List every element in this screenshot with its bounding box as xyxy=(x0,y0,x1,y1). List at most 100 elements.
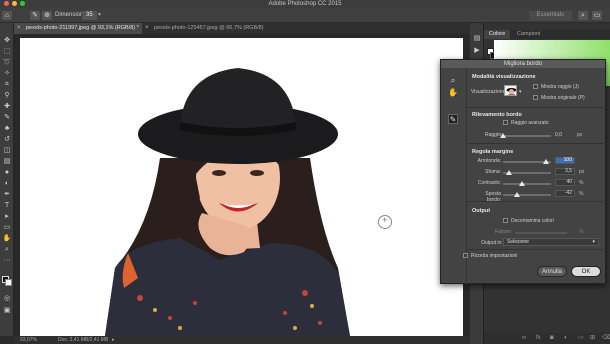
amount-slider[interactable] xyxy=(515,232,567,234)
canvas-area[interactable] xyxy=(14,34,470,336)
tools-panel: ✥ ⬚ ➰ ✧ ⌗ ⚲ ✚ ✎ ♣ ↺ ◫ ▤ ● ◐ ✒ T ▸ ▭ ✋ ⌕ … xyxy=(0,23,14,336)
workspace-icon[interactable]: ▭ xyxy=(592,11,602,20)
refine-radius-brush-icon[interactable]: ✎ xyxy=(448,114,458,124)
doc-size: Doc: 2,41 MB/2,41 MB xyxy=(58,337,109,343)
properties-panel-icon[interactable]: ▶ xyxy=(473,47,481,55)
adjust-row-value[interactable]: 3,5 xyxy=(555,168,575,175)
tab-colore[interactable]: Colore xyxy=(484,30,511,39)
folder-icon[interactable]: ▭ xyxy=(578,333,584,344)
zoom-icon[interactable]: ⌕ xyxy=(448,76,458,86)
radius-slider[interactable] xyxy=(500,133,551,138)
quick-mask-icon[interactable]: ◎ xyxy=(2,294,12,303)
adjust-row-value[interactable]: 100 xyxy=(555,157,575,164)
history-panel-icon[interactable]: ▤ xyxy=(473,35,481,43)
path-selection-tool-icon[interactable]: ▸ xyxy=(2,212,12,221)
trash-icon[interactable]: ⌫ xyxy=(602,333,610,344)
fx-icon[interactable]: fx xyxy=(536,333,541,344)
view-thumbnail[interactable] xyxy=(504,85,517,96)
decontaminate-checkbox[interactable] xyxy=(503,218,508,223)
background-color-swatch[interactable] xyxy=(5,279,12,286)
radius-slider-knob[interactable] xyxy=(500,133,506,138)
show-radius-checkbox[interactable] xyxy=(533,84,538,89)
close-window-icon[interactable] xyxy=(4,1,9,6)
ok-button[interactable]: OK xyxy=(571,266,601,277)
output-to-select[interactable]: Selezione ▾ xyxy=(503,238,599,246)
hand-icon[interactable]: ✋ xyxy=(448,88,458,98)
remember-settings-label: Ricorda impostazioni xyxy=(471,253,518,259)
home-tool-icon[interactable]: ⌂ xyxy=(2,11,12,20)
adjust-row-slider[interactable] xyxy=(503,181,551,186)
adjust-row-value[interactable]: 40 xyxy=(555,179,575,186)
adjust-row-slider-knob[interactable] xyxy=(543,159,550,164)
adjust-row-slider-knob[interactable] xyxy=(505,170,512,175)
brush-tool-icon[interactable]: ✎ xyxy=(2,113,12,122)
close-tab-icon[interactable]: × xyxy=(17,23,21,34)
show-original-label: Mostra originale (P) xyxy=(541,95,585,101)
show-radius-label: Mostra raggio (J) xyxy=(541,84,579,90)
output-title: Output xyxy=(472,208,491,214)
chevron-down-icon[interactable]: ▾ xyxy=(98,11,101,20)
adjust-row-value[interactable]: -42 xyxy=(555,190,575,197)
lasso-tool-icon[interactable]: ➰ xyxy=(2,58,12,67)
color-panel-tabs: Colore Campioni xyxy=(484,30,610,39)
refine-edge-dialog: Migliora bordo ⌕ ✋ ✎ Modalità visualizza… xyxy=(440,59,607,285)
radius-value[interactable]: 0,0 xyxy=(555,132,562,138)
tab-campioni[interactable]: Campioni xyxy=(512,30,545,39)
photoshop-window: Adobe Photoshop CC 2015 ⌂ ✎ ⊕ Dimensione… xyxy=(0,0,610,344)
chevron-right-icon[interactable]: ▸ xyxy=(112,336,115,344)
close-tab-icon[interactable]: × xyxy=(145,23,149,34)
search-icon[interactable]: ⌕ xyxy=(578,11,588,20)
show-original-checkbox[interactable] xyxy=(533,95,538,100)
adjust-row-slider-knob[interactable] xyxy=(513,192,520,197)
adjust-row-slider-knob[interactable] xyxy=(519,181,526,186)
output-section: Output Decontamina colori Fattore: % Out… xyxy=(467,202,607,250)
tab-document-1[interactable]: × pexels-photo-211997.jpeg @ 93,1% (RGB/… xyxy=(14,23,142,34)
adjust-row-slider[interactable] xyxy=(503,170,551,175)
marquee-tool-icon[interactable]: ⬚ xyxy=(2,47,12,56)
eyedropper-tool-icon[interactable]: ⚲ xyxy=(2,91,12,100)
healing-tool-icon[interactable]: ✚ xyxy=(2,102,12,111)
gradient-tool-icon[interactable]: ▤ xyxy=(2,157,12,166)
dodge-tool-icon[interactable]: ◐ xyxy=(2,179,12,188)
quick-selection-tool-icon[interactable]: ✧ xyxy=(2,69,12,78)
minimize-window-icon[interactable] xyxy=(12,1,17,6)
adjust-row-unit: % xyxy=(579,191,584,197)
adjust-row-slider[interactable] xyxy=(503,159,551,164)
smart-radius-checkbox[interactable] xyxy=(503,120,508,125)
crop-tool-icon[interactable]: ⌗ xyxy=(2,80,12,89)
document-canvas[interactable] xyxy=(20,38,463,336)
tab-document-2[interactable]: × pexels-photo-125457.jpeg @ 66,7% (RGB/… xyxy=(142,23,282,34)
maximize-window-icon[interactable] xyxy=(20,1,25,6)
history-brush-icon[interactable]: ↺ xyxy=(2,135,12,144)
radius-unit: px xyxy=(577,132,583,138)
portrait-photo xyxy=(105,68,350,336)
screen-mode-icon[interactable]: ▣ xyxy=(2,306,12,315)
tab-label: pexels-photo-125457.jpeg @ 66,7% (RGB/8) xyxy=(154,25,264,31)
brush-add-icon[interactable]: ⊕ xyxy=(42,11,52,20)
move-tool-icon[interactable]: ✥ xyxy=(2,36,12,45)
zoom-level[interactable]: 93,07% xyxy=(20,336,37,344)
view-thumbnail-portrait xyxy=(506,88,516,95)
cancel-button[interactable]: Annulla xyxy=(537,266,567,277)
eraser-tool-icon[interactable]: ◫ xyxy=(2,146,12,155)
workspace-switcher[interactable]: Essentials xyxy=(528,11,572,20)
chevron-down-icon[interactable]: ▾ xyxy=(519,89,522,95)
layers-panel-footer: ∞ fx ◙ ◐ ▭ ⊞ ⌫ xyxy=(484,333,610,344)
size-field[interactable]: 35 xyxy=(82,11,97,20)
stamp-tool-icon[interactable]: ♣ xyxy=(2,124,12,133)
brush-tool-preset-icon[interactable]: ✎ xyxy=(30,11,40,20)
zoom-tool-icon[interactable]: ⌕ xyxy=(2,245,12,254)
type-tool-icon[interactable]: T xyxy=(2,201,12,210)
remember-settings-checkbox[interactable] xyxy=(463,253,468,258)
new-layer-icon[interactable]: ⊞ xyxy=(590,333,595,344)
pen-tool-icon[interactable]: ✒ xyxy=(2,190,12,199)
adjust-row-slider[interactable] xyxy=(503,192,551,197)
hand-tool-icon[interactable]: ✋ xyxy=(2,234,12,243)
adjust-edge-title: Regola margine xyxy=(472,149,514,155)
link-icon[interactable]: ∞ xyxy=(522,333,526,344)
shape-tool-icon[interactable]: ▭ xyxy=(2,223,12,232)
mask-icon[interactable]: ◙ xyxy=(550,333,554,344)
adjustment-icon[interactable]: ◐ xyxy=(564,333,568,344)
blur-tool-icon[interactable]: ● xyxy=(2,168,12,177)
more-tools-icon[interactable]: ··· xyxy=(2,256,12,265)
